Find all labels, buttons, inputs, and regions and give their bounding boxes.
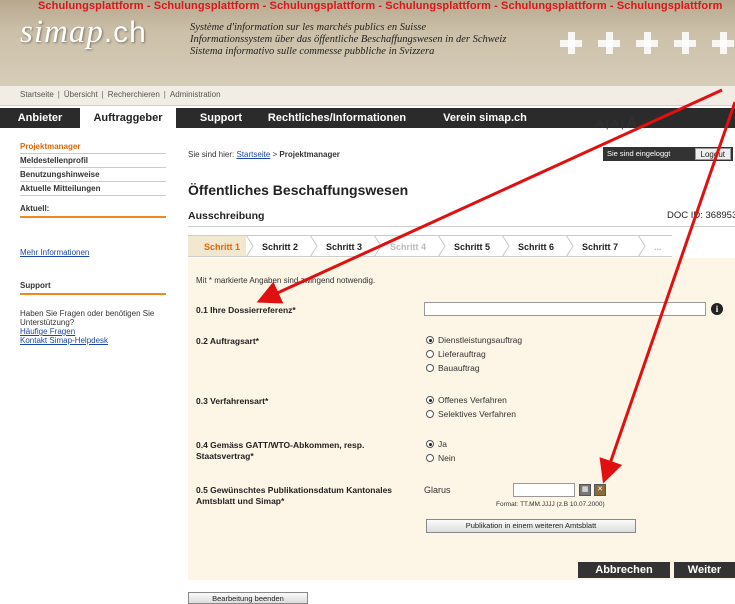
text-size-switcher: A | A | A	[596, 114, 637, 130]
radio-unchecked-icon	[426, 364, 434, 372]
radio-lieferauftrag[interactable]: Lieferauftrag	[426, 349, 486, 360]
radio-unchecked-icon	[426, 454, 434, 462]
nav-tab-rechtliches[interactable]: Rechtliches/Informationen	[256, 108, 418, 128]
tagline-fr: Système d'information sur les marchés pu…	[190, 22, 427, 33]
radio-unchecked-icon	[426, 350, 434, 358]
sidebar-item-projektmanager[interactable]: Projektmanager	[20, 140, 166, 154]
logo-ext: .ch	[103, 16, 147, 49]
swiss-crosses-decoration	[560, 32, 734, 54]
radio-checked-icon	[426, 440, 434, 448]
helpdesk-link[interactable]: Kontakt Simap-Helpdesk	[20, 336, 166, 345]
breadcrumb-current: Projektmanager	[279, 150, 340, 159]
canton-label: Glarus	[424, 485, 451, 495]
nav-tab-auftraggeber[interactable]: Auftraggeber	[80, 108, 176, 128]
nav-tab-anbieter[interactable]: Anbieter	[0, 108, 80, 128]
login-status: Sie sind eingeloggt Logout	[603, 147, 733, 161]
sidebar: Projektmanager Meldestellenprofil Benutz…	[20, 140, 166, 345]
publikationsdatum-input[interactable]	[513, 483, 575, 497]
radio-checked-icon	[426, 336, 434, 344]
label-auftragsart: 0.2 Auftragsart*	[196, 336, 259, 346]
site-header: Schulungsplattform - Schulungsplattform …	[0, 0, 735, 86]
swiss-cross-icon	[712, 32, 734, 54]
simap-logo[interactable]: simap.ch	[20, 14, 147, 51]
faq-link[interactable]: Häufige Fragen	[20, 327, 166, 336]
top-links-bar: Startseite | Übersicht | Recherchieren | Admin…	[0, 86, 735, 106]
date-format-hint: Format: TT.MM.JJJJ (z.B 10.07.2000)	[496, 501, 605, 508]
text-size-medium[interactable]: A	[611, 118, 618, 130]
sidebar-item-mitteilungen[interactable]: Aktuelle Mitteilungen	[20, 182, 166, 196]
breadcrumb-home[interactable]: Startseite	[236, 150, 270, 159]
required-note: Mit * markierte Angaben sind zwingend no…	[196, 276, 376, 285]
sidebar-item-meldestellenprofil[interactable]: Meldestellenprofil	[20, 154, 166, 168]
toplink-startseite[interactable]: Startseite	[20, 90, 54, 99]
abbrechen-button[interactable]: Abbrechen	[578, 562, 670, 578]
doc-id: DOC ID: 368953	[667, 210, 735, 221]
radio-offenes-verfahren[interactable]: Offenes Verfahren	[426, 395, 507, 406]
sidebar-support-heading: Support	[20, 281, 166, 295]
radio-selektives-verfahren[interactable]: Selektives Verfahren	[426, 409, 516, 420]
tagline-de: Informationssystem über das öffentliche …	[190, 34, 507, 45]
label-verfahrensart: 0.3 Verfahrensart*	[196, 396, 269, 406]
swiss-cross-icon	[560, 32, 582, 54]
dossierreferenz-input[interactable]	[424, 302, 706, 316]
page-title: Öffentliches Beschaffungswesen	[188, 182, 409, 198]
text-size-small[interactable]: A	[596, 118, 603, 130]
nav-tab-verein[interactable]: Verein simap.ch	[424, 108, 546, 128]
sidebar-item-benutzungshinweise[interactable]: Benutzungshinweise	[20, 168, 166, 182]
logo-main: simap	[20, 14, 104, 50]
clear-date-icon[interactable]: ✕	[594, 484, 606, 496]
label-publikationsdatum: 0.5 Gewünschtes Publikationsdatum Kanton…	[196, 485, 393, 506]
publikation-weiteres-amtsblatt-button[interactable]: Publikation in einem weiteren Amtsblatt	[426, 519, 636, 533]
training-banner: Schulungsplattform - Schulungsplattform …	[38, 0, 723, 12]
weiter-button[interactable]: Weiter	[674, 562, 735, 578]
info-icon[interactable]: i	[711, 303, 723, 315]
text-size-large[interactable]: A	[627, 114, 636, 130]
step-tabs: Schritt 1 Schritt 2 Schritt 3 Schritt 4 …	[188, 235, 735, 257]
toplink-uebersicht[interactable]: Übersicht	[64, 90, 98, 99]
mehr-informationen-link[interactable]: Mehr Informationen	[20, 248, 166, 257]
support-text: Haben Sie Fragen oder benötigen Sie Unte…	[20, 309, 155, 327]
breadcrumb: Sie sind hier: Startseite > Projektmanag…	[188, 150, 340, 159]
logout-button[interactable]: Logout	[694, 148, 731, 160]
label-dossierreferenz: 0.1 Ihre Dossierreferenz*	[196, 305, 296, 315]
radio-bauauftrag[interactable]: Bauauftrag	[426, 363, 480, 374]
section-divider	[188, 226, 735, 227]
radio-nein[interactable]: Nein	[426, 453, 455, 464]
step-chevrons	[245, 235, 646, 257]
section-title: Ausschreibung	[188, 210, 265, 222]
label-gatt-wto: 0.4 Gemäss GATT/WTO-Abkommen, resp. Staa…	[196, 440, 365, 461]
calendar-icon[interactable]: ▦	[579, 484, 591, 496]
toplink-administration[interactable]: Administration	[170, 90, 221, 99]
toplink-recherchieren[interactable]: Recherchieren	[108, 90, 160, 99]
radio-checked-icon	[426, 396, 434, 404]
swiss-cross-icon	[674, 32, 696, 54]
radio-unchecked-icon	[426, 410, 434, 418]
bearbeitung-beenden-button[interactable]: Bearbeitung beenden	[188, 592, 308, 604]
radio-ja[interactable]: Ja	[426, 439, 447, 450]
tagline-it: Sistema informativo sulle commesse pubbl…	[190, 46, 435, 57]
swiss-cross-icon	[636, 32, 658, 54]
sidebar-aktuell-heading: Aktuell:	[20, 204, 166, 218]
swiss-cross-icon	[598, 32, 620, 54]
radio-dienstleistungsauftrag[interactable]: Dienstleistungsauftrag	[426, 335, 522, 346]
nav-tab-support[interactable]: Support	[190, 108, 252, 128]
tagline: Système d'information sur les marchés pu…	[190, 22, 506, 58]
